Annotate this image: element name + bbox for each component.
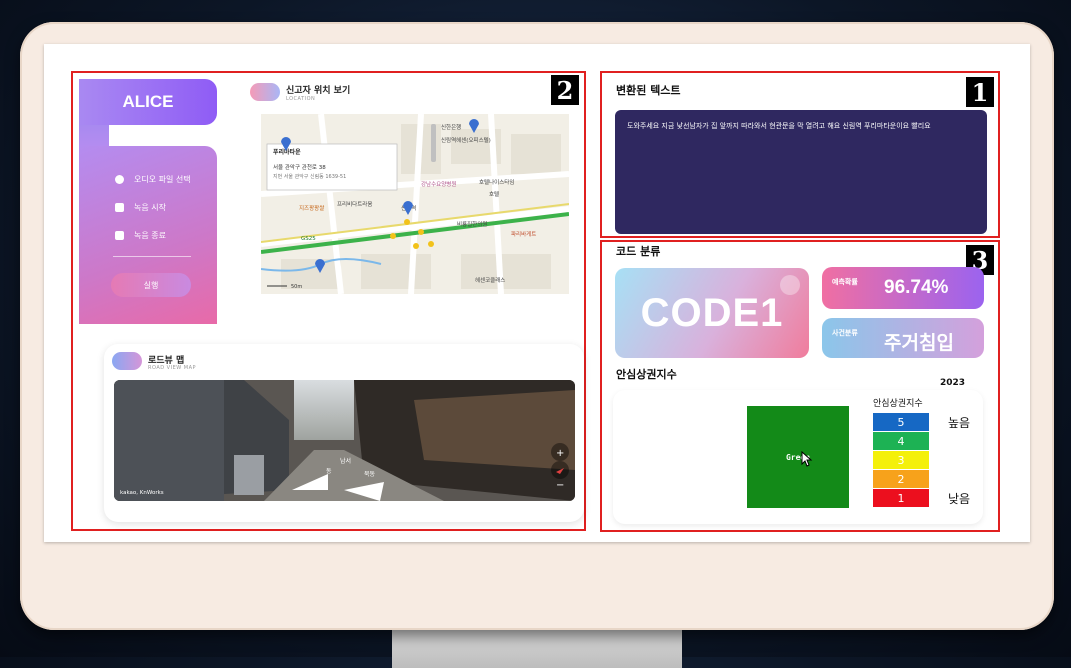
roadview-pill-icon <box>112 352 142 370</box>
map-popup-title: 푸리마타운 <box>273 148 301 156</box>
zoom-in-button: + <box>556 448 564 459</box>
menu-stop-recording[interactable]: 녹음 종료 <box>115 230 166 241</box>
legend-low-label: 낮음 <box>948 492 971 506</box>
roadview-image[interactable]: + − 남서 북동 동 kakao, KnWorks <box>114 380 575 501</box>
legend-level-2: 2 <box>873 470 929 488</box>
map-label: 신한은행 <box>441 123 461 131</box>
location-subtitle: LOCATION <box>286 96 316 102</box>
map-label: 호텔나이스타임 <box>479 178 514 186</box>
map-label: 강남수요양병원 <box>421 180 456 188</box>
safety-index-year: 2023 <box>940 378 966 388</box>
map-label: 프리비다트라움 <box>337 200 372 208</box>
clock-icon <box>115 175 124 184</box>
menu-label: 녹음 종료 <box>134 231 166 240</box>
location-pill-icon <box>250 83 280 101</box>
map-label: 호텔 <box>489 190 499 198</box>
run-button[interactable]: 실행 <box>111 273 191 297</box>
menu-label: 녹음 시작 <box>134 203 166 212</box>
converted-text: 도와주세요 지금 낯선남자가 집 앞까지 따라와서 현관문을 막 열려고 해요 … <box>627 122 931 130</box>
map-label: 비룡집한의원 <box>457 220 487 228</box>
converted-text-title: 변환된 텍스트 <box>616 84 681 97</box>
legend-title: 안심상권지수 <box>873 399 923 409</box>
map-label: GS25 <box>301 236 316 242</box>
sidebar: 오디오 파일 선택 녹음 시작 녹음 종료 실행 <box>79 146 217 324</box>
legend-level-5: 5 <box>873 413 929 431</box>
location-title: 신고자 위치 보기 <box>286 86 351 96</box>
safety-index-current: Green <box>747 406 849 508</box>
location-map[interactable]: 푸리마타운 서울 관악구 관천로 38 지번 서울 관악구 신림동 1639-5… <box>261 114 569 294</box>
case-type-card: 사건분류 주거침입 <box>822 318 984 358</box>
map-popup-address: 서울 관악구 관천로 38 <box>273 163 326 171</box>
sidebar-notch <box>79 125 109 146</box>
roadview-watermark: kakao, KnWorks <box>120 490 164 496</box>
menu-start-recording[interactable]: 녹음 시작 <box>115 202 166 213</box>
roadview-direction: 북동 <box>364 471 376 478</box>
case-type-value: 주거침입 <box>884 333 954 354</box>
probability-value: 96.74% <box>884 277 949 298</box>
map-canvas: 푸리마타운 서울 관악구 관천로 38 지번 서울 관악구 신림동 1639-5… <box>261 114 569 294</box>
menu-label: 오디오 파일 선택 <box>134 175 191 184</box>
panel-2-number: 2 <box>551 75 579 105</box>
case-type-label: 사건분류 <box>832 329 858 337</box>
app-title: ALICE <box>79 79 217 125</box>
zoom-out-button: − <box>556 480 564 491</box>
code-classification-title: 코드 분류 <box>616 245 661 258</box>
save-icon <box>115 203 124 212</box>
roadview-direction: 남서 <box>340 457 351 465</box>
map-popup-address-sub: 지번 서울 관악구 신림동 1639-51 <box>273 173 346 180</box>
map-scale: 50m <box>291 284 302 290</box>
sidebar-divider <box>113 256 191 257</box>
legend-level-1: 1 <box>873 489 929 507</box>
map-label: 파리바게트 <box>511 230 536 238</box>
roadview-direction: 동 <box>326 468 332 475</box>
safety-index-title: 안심상권지수 <box>616 368 677 381</box>
cursor-icon <box>801 451 813 467</box>
probability-card: 예측확률 96.74% <box>822 267 984 309</box>
roadview-subtitle: ROAD VIEW MAP <box>148 365 197 371</box>
calendar-icon <box>115 231 124 240</box>
probability-label: 예측확률 <box>832 278 858 286</box>
legend-level-3: 3 <box>873 451 929 469</box>
menu-select-audio[interactable]: 오디오 파일 선택 <box>115 174 191 185</box>
map-label: 헤센코클래스 <box>475 276 505 284</box>
settings-icon <box>780 275 800 295</box>
map-label: 신림역헤센(오피스텔) <box>441 136 491 144</box>
roadview-scene: + − 남서 북동 동 kakao, KnWorks <box>114 380 575 501</box>
monitor-stand <box>392 628 682 668</box>
converted-text-box: 도와주세요 지금 낯선남자가 집 앞까지 따라와서 현관문을 막 열려고 해요 … <box>615 110 987 234</box>
legend-high-label: 높음 <box>948 416 971 430</box>
map-label: 지즈팡팡쌀 <box>299 204 324 212</box>
panel-1-number: 1 <box>966 77 994 107</box>
legend-level-4: 4 <box>873 432 929 450</box>
